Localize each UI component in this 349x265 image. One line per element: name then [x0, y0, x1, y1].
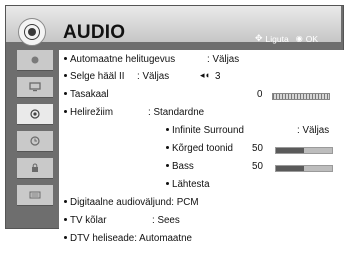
clear-voice-value: : Väljas [137, 71, 170, 82]
item-label: Automaatne helitugevus [70, 54, 176, 65]
balance-slider[interactable] [272, 93, 330, 100]
bullet-icon [64, 199, 67, 203]
bass-slider-fill [276, 166, 304, 171]
bullet-icon [166, 127, 169, 131]
sidebar-item-options[interactable] [17, 185, 53, 206]
item-label: Selge hääl II [70, 71, 125, 82]
menu-item-bass[interactable]: Bass [166, 161, 194, 172]
tv-icon [29, 82, 41, 92]
treble-slider[interactable] [275, 147, 333, 154]
sidebar-item-time[interactable] [17, 131, 53, 152]
clear-voice-speaker-icon: ◂◖ [200, 70, 210, 80]
item-label: TV kõlar [70, 215, 107, 226]
infinite-surround-value: : Väljas [297, 125, 330, 136]
hint-move-label: Liguta [265, 33, 289, 44]
picture-icon [31, 56, 39, 64]
bullet-icon [166, 181, 169, 185]
treble-slider-fill [276, 148, 304, 153]
item-label: Tasakaal [70, 89, 109, 100]
audio-icon [30, 109, 40, 119]
treble-value: 50 [252, 143, 263, 154]
bullet-icon [166, 163, 169, 167]
menu-item-reset[interactable]: Lähtesta [166, 179, 210, 190]
bullet-icon [64, 56, 67, 60]
clock-icon [30, 136, 40, 146]
bullet-icon [64, 73, 67, 77]
item-label: Helirežiim [70, 107, 114, 118]
sidebar-item-audio[interactable] [17, 104, 53, 125]
bullet-icon [64, 109, 67, 113]
tv-speaker-value: : Sees [152, 215, 180, 226]
bullet-icon [166, 145, 169, 149]
menu-item-infinite-surround[interactable]: Infinite Surround [166, 125, 244, 136]
item-label: DTV heliseade: Automaatne [70, 233, 192, 244]
move-arrows-icon: ✥ [255, 33, 263, 43]
menu-item-auto-volume[interactable]: Automaatne helitugevus [64, 54, 175, 65]
ok-button-icon: ◉ [295, 34, 303, 43]
bullet-icon [64, 217, 67, 221]
navigation-hint: ✥ Liguta ◉ OK [255, 33, 318, 44]
sidebar-item-tv[interactable] [17, 77, 53, 98]
item-label: Digitaalne audioväljund: PCM [70, 197, 199, 208]
sidebar-item-picture[interactable] [17, 50, 53, 71]
menu-item-tv-speaker[interactable]: TV kõlar [64, 215, 106, 226]
item-label: Kõrged toonid [172, 143, 234, 154]
balance-value: 0 [257, 89, 263, 100]
item-label: Infinite Surround [172, 125, 244, 136]
lock-icon [32, 163, 38, 172]
clear-voice-level: 3 [215, 71, 221, 82]
bullet-icon [64, 91, 67, 95]
keyboard-icon [29, 191, 41, 199]
category-sidebar [17, 50, 53, 215]
menu-item-balance[interactable]: Tasakaal [64, 89, 109, 100]
sound-mode-value: : Standardne [148, 107, 205, 118]
menu-item-digital-output[interactable]: Digitaalne audioväljund: PCM [64, 197, 199, 208]
bass-slider[interactable] [275, 165, 333, 172]
menu-header: AUDIO ✥ Liguta ◉ OK [6, 6, 341, 46]
menu-item-dtv-audio[interactable]: DTV heliseade: Automaatne [64, 233, 192, 244]
audio-menu-icon [18, 18, 46, 46]
menu-item-treble[interactable]: Kõrged toonid [166, 143, 233, 154]
item-label: Bass [172, 161, 194, 172]
page-title: AUDIO [63, 22, 126, 43]
menu-item-clear-voice[interactable]: Selge hääl II [64, 71, 124, 82]
sidebar-item-lock[interactable] [17, 158, 53, 179]
auto-volume-value: : Väljas [207, 54, 240, 65]
hint-ok-label: OK [305, 33, 318, 44]
bullet-icon [64, 235, 67, 239]
item-label: Lähtesta [172, 179, 210, 190]
menu-item-sound-mode[interactable]: Helirežiim [64, 107, 113, 118]
bass-value: 50 [252, 161, 263, 172]
